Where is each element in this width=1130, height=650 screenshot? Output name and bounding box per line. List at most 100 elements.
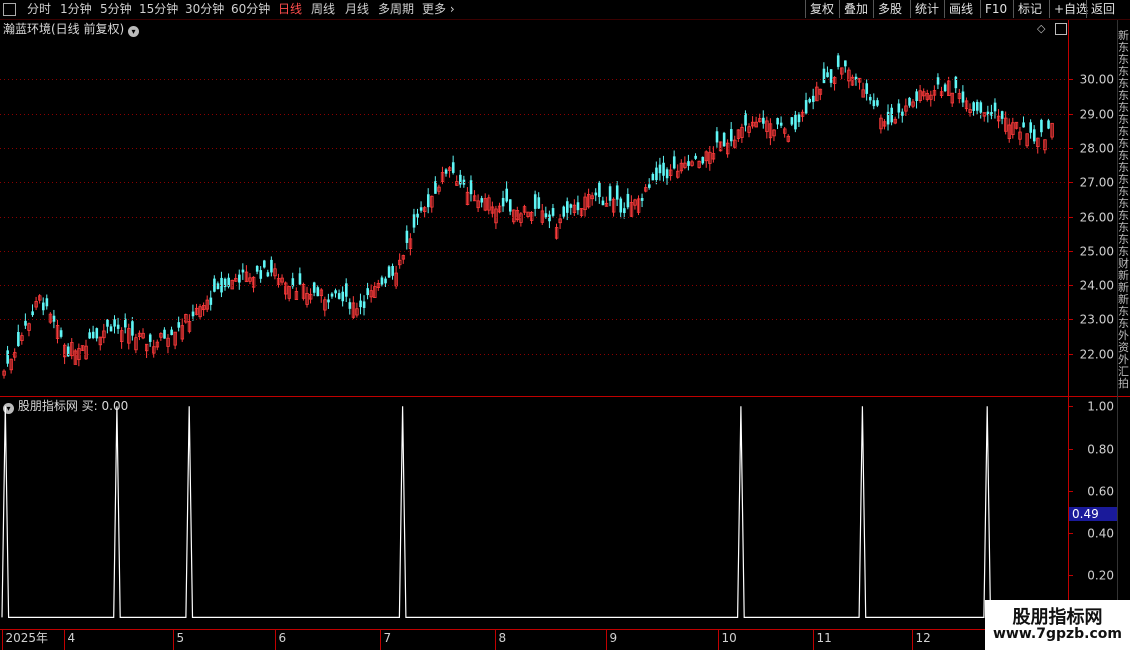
candle-body [872,100,876,107]
candle-body [384,278,387,284]
candle-body [566,201,569,213]
candle-body [651,174,655,181]
candle-body [794,114,797,130]
candle-body [598,182,601,198]
candle-body [359,300,362,308]
watermark-url: www.7gpzb.com [992,626,1122,642]
date-axis: 2025年 4 5 6 7 8 9 10 11 12 [2,629,931,650]
candle-body [419,207,423,211]
candle-body [42,302,45,311]
candle-body [869,96,872,101]
candle-body [776,118,779,125]
candle-body [405,230,409,243]
candle-body [391,266,394,276]
candle-body [270,259,273,273]
indicator-tick-label: 0.80 [1087,443,1114,457]
candle-body [640,198,644,201]
candle-body [876,100,879,106]
candle-body [426,194,430,208]
candle-body [744,113,747,126]
candle-body [316,287,320,297]
candle-body [790,117,794,125]
candle-body [908,97,911,106]
candle-body [658,164,662,174]
date-tick-label: 12 [916,631,931,645]
candle-body [113,319,116,327]
candle-body [24,320,27,326]
candle-body [569,204,573,208]
candle-body [380,277,384,285]
candle-body [213,278,216,292]
date-tick-label: 4 [68,631,76,645]
price-tick-label: 22.00 [1080,348,1114,362]
candle-body [6,350,9,364]
candle-body [886,111,890,125]
indicator-tick-label: 0.40 [1087,527,1114,541]
candle-body [255,265,259,272]
candle-body [551,208,555,216]
candle-body [88,332,91,339]
candle-body [972,102,975,111]
candle-body [829,69,833,83]
candle-body [961,91,965,103]
candle-body [45,298,49,307]
price-tick-label: 25.00 [1080,245,1114,259]
candle-body [537,197,541,209]
candle-body [811,95,815,102]
candle-body [954,76,958,89]
candle-body [779,122,783,126]
candle-body [312,282,316,293]
candle-body [116,324,120,329]
candle-body [1029,122,1033,133]
indicator-tick-label: 1.00 [1087,400,1114,414]
candle-body [1032,129,1036,142]
candle-body [131,321,134,336]
candle-body [672,156,676,169]
candle-body [170,329,173,336]
candle-body [480,198,484,203]
candle-body [594,192,598,196]
candle-body [1047,120,1050,129]
signal-line [1,406,1066,618]
candle-body [366,288,369,296]
candle-body [623,208,626,214]
candle-body [337,293,341,299]
candle-body [826,72,829,78]
candle-body [501,197,505,207]
chart-area: 30.00 29.00 28.00 27.00 26.00 25.00 24.00 23.00… [0,20,1130,650]
candle-body [822,68,826,84]
candle-body [95,328,99,339]
candle-body [434,181,437,194]
candle-body [662,162,665,176]
candle-body [979,102,983,113]
date-tick-label: 5 [177,631,185,645]
indicator-tick-label: 0.60 [1087,485,1114,499]
candle-body [123,318,127,328]
candle-body [163,329,166,339]
candle-body [808,98,812,103]
candle-body [576,202,580,211]
price-tick-label: 23.00 [1080,313,1114,327]
candle-body [508,199,512,212]
candle-body [451,162,455,173]
candle-body [387,266,391,278]
candle-body [259,270,263,279]
candle-body [327,299,330,303]
candle-body [729,129,733,142]
candle-body [844,60,847,67]
candle-body [890,107,893,123]
candle-body [241,269,245,273]
candle-body [345,283,348,297]
candle-body [334,290,337,294]
candle-body [348,302,352,309]
price-tick-label: 29.00 [1080,108,1114,122]
candle-body [263,260,266,268]
candle-body [444,169,448,174]
candle-body [31,311,34,316]
candlestick-chart [2,53,1054,379]
candle-body [601,200,605,206]
candle-body [797,114,801,123]
candle-body [52,315,56,322]
candle-body [762,117,765,124]
candle-body [687,161,690,166]
